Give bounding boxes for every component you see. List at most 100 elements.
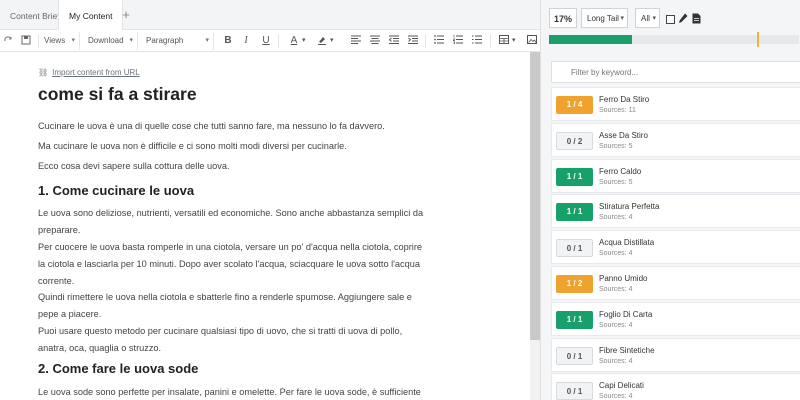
paragraph: Per cuocere le uova basta romperle in un… xyxy=(38,242,422,286)
keyword-filter-input[interactable] xyxy=(551,61,800,83)
paragraph: Le uova sono deliziose, nutrienti, versa… xyxy=(38,208,424,235)
keyword-name: Acqua Distillata xyxy=(599,238,655,248)
keyword-sources: Sources: 4 xyxy=(599,321,633,329)
chevron-down-icon: ▾ xyxy=(652,15,656,22)
paragraph: Ma cucinare le uova non è difficile e ci… xyxy=(38,141,347,151)
paragraph: Quindi rimettere le uova nella ciotola e… xyxy=(38,292,412,319)
keyword-item[interactable]: 1 / 1 Stiratura Perfetta Sources: 4 xyxy=(551,194,800,229)
heading-2: 2. Come fare le uova sode xyxy=(38,361,199,376)
document-content[interactable]: ⛓ Import content from URL come si fa a st… xyxy=(0,52,530,400)
indent-icon[interactable] xyxy=(405,32,421,50)
align-left-icon[interactable] xyxy=(348,32,364,50)
keyword-panel: 17% Long Tail ▾ All ▾ 1 / 4 Ferro Da Stir… xyxy=(540,0,800,400)
keyword-item[interactable]: 1 / 2 Panno Umido Sources: 4 xyxy=(551,266,800,300)
keyword-sources: Sources: 4 xyxy=(599,250,633,258)
tab-my-content[interactable]: My Content xyxy=(58,0,124,31)
keyword-item[interactable]: 0 / 1 Capi Delicati Sources: 4 xyxy=(551,373,800,400)
heading-2: 1. Come cucinare le uova xyxy=(38,183,195,198)
keyword-item[interactable]: 1 / 1 Ferro Caldo Sources: 5 xyxy=(551,158,800,193)
keyword-item[interactable]: 1 / 1 Foglio Di Carta Sources: 4 xyxy=(551,301,800,336)
numbered-list-icon[interactable] xyxy=(450,32,466,50)
align-center-icon[interactable] xyxy=(367,32,383,50)
keyword-name: Asse Da Stiro xyxy=(599,130,648,140)
checkbox-icon[interactable] xyxy=(666,11,677,24)
chevron-down-icon: ▾ xyxy=(205,37,209,44)
redo-icon[interactable] xyxy=(0,32,16,50)
keyword-name: Capi Delicati xyxy=(599,381,644,391)
scrollbar-thumb[interactable] xyxy=(530,52,540,340)
document-icon[interactable] xyxy=(692,11,703,24)
keyword-usage-badge: 0 / 2 xyxy=(556,131,593,150)
paragraph: Cucinare le uova è una di quelle cose ch… xyxy=(38,121,385,131)
chevron-down-icon[interactable]: ▾ xyxy=(330,32,334,50)
pen-icon[interactable] xyxy=(678,11,689,24)
all-select-value: All xyxy=(641,14,650,23)
bullet-list-icon[interactable] xyxy=(431,32,447,50)
paragraph: Puoi usare questo metodo per cucinare qu… xyxy=(38,326,403,353)
download-label: Download xyxy=(88,36,124,45)
progress-fill xyxy=(549,35,632,44)
chevron-down-icon: ▾ xyxy=(620,15,624,22)
import-content-link[interactable]: ⛓ Import content from URL xyxy=(38,68,140,77)
keyword-usage-badge: 1 / 1 xyxy=(556,167,593,186)
views-select[interactable]: Views ▾ xyxy=(44,32,80,50)
editor: Content Brief My Content + Views ▾ Downl… xyxy=(0,0,540,400)
font-color-button[interactable]: A xyxy=(286,32,302,50)
paragraph-label: Paragraph xyxy=(146,36,184,45)
keyword-name: Stiratura Perfetta xyxy=(599,202,660,212)
tab-bar: Content Brief My Content + xyxy=(0,0,540,31)
keyword-item[interactable]: 1 / 4 Ferro Da Stiro Sources: 11 xyxy=(551,87,800,121)
keyword-sources: Sources: 4 xyxy=(599,393,633,400)
keyword-name: Fibre Sintetiche xyxy=(599,345,655,355)
paragraph: Ecco cosa devi sapere sulla cottura dell… xyxy=(38,161,230,171)
keyword-sources: Sources: 4 xyxy=(599,214,633,222)
all-select[interactable]: All ▾ xyxy=(635,8,660,28)
keyword-sources: Sources: 4 xyxy=(599,286,633,293)
outdent-icon[interactable] xyxy=(386,32,402,50)
views-label: Views xyxy=(44,36,66,45)
tail-select[interactable]: Long Tail ▾ xyxy=(581,8,628,28)
import-content-label: Import content from URL xyxy=(52,68,140,77)
keyword-usage-badge: 1 / 1 xyxy=(556,310,593,329)
keyword-sources: Sources: 11 xyxy=(599,107,636,114)
bold-button[interactable]: B xyxy=(220,32,236,50)
save-icon[interactable] xyxy=(18,32,34,50)
highlight-icon[interactable] xyxy=(314,32,330,50)
keyword-name: Panno Umido xyxy=(599,274,648,283)
keyword-item[interactable]: 0 / 1 Fibre Sintetiche Sources: 4 xyxy=(551,337,800,372)
link-icon: ⛓ xyxy=(38,68,49,77)
progress-bar xyxy=(549,32,799,47)
tail-select-value: Long Tail xyxy=(587,14,619,23)
image-icon[interactable] xyxy=(524,32,540,50)
keyword-usage-badge: 0 / 1 xyxy=(556,382,593,400)
chevron-down-icon[interactable]: ▾ xyxy=(302,32,306,50)
keyword-usage-badge: 1 / 2 xyxy=(556,275,593,293)
keyword-usage-badge: 0 / 1 xyxy=(556,239,593,258)
editor-toolbar: Views ▾ Download ▾ Paragraph ▾ B I U A ▾… xyxy=(0,30,540,52)
keyword-name: Foglio Di Carta xyxy=(599,309,653,319)
italic-button[interactable]: I xyxy=(238,32,254,50)
keyword-name: Ferro Caldo xyxy=(599,166,642,176)
keyword-sources: Sources: 5 xyxy=(599,142,633,150)
chevron-down-icon: ▾ xyxy=(129,37,133,44)
chevron-down-icon: ▾ xyxy=(71,37,75,44)
add-tab-button[interactable]: + xyxy=(118,0,134,30)
download-select[interactable]: Download ▾ xyxy=(88,32,138,50)
underline-button[interactable]: U xyxy=(258,32,274,50)
keyword-usage-badge: 1 / 1 xyxy=(556,203,593,222)
checklist-icon[interactable] xyxy=(469,32,485,50)
progress-target-marker xyxy=(756,32,759,47)
paragraph: Le uova sode sono perfette per insalate,… xyxy=(38,387,421,397)
keyword-name: Ferro Da Stiro xyxy=(599,95,650,104)
paragraph-select[interactable]: Paragraph ▾ xyxy=(146,32,214,50)
keyword-usage-badge: 0 / 1 xyxy=(556,346,593,365)
chevron-down-icon[interactable]: ▾ xyxy=(512,32,516,50)
keyword-item[interactable]: 0 / 2 Asse Da Stiro Sources: 5 xyxy=(551,122,800,157)
keyword-sources: Sources: 4 xyxy=(599,357,633,365)
document-title: come si fa a stirare xyxy=(38,84,197,104)
content-score: 17% xyxy=(549,8,577,28)
table-icon[interactable] xyxy=(496,32,512,50)
keyword-item[interactable]: 0 / 1 Acqua Distillata Sources: 4 xyxy=(551,230,800,265)
keyword-sources: Sources: 5 xyxy=(599,178,633,186)
keyword-usage-badge: 1 / 4 xyxy=(556,96,593,114)
